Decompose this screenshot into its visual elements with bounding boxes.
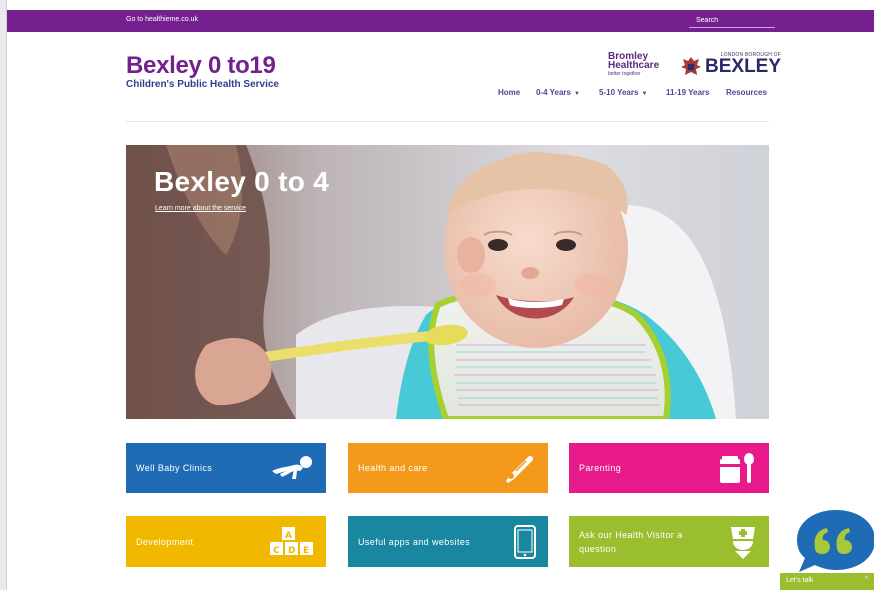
nav-item-label: 11-19 Years — [666, 88, 710, 97]
chevron-down-icon: ▼ — [574, 91, 580, 97]
baby-food-jar-icon — [720, 453, 754, 483]
learn-more-link[interactable]: Learn more about the service — [155, 205, 246, 212]
site-subtitle: Children's Public Health Service — [126, 79, 279, 90]
window-edge — [0, 0, 7, 590]
tile-label: Development — [136, 536, 194, 547]
thermometer-icon — [506, 455, 534, 483]
tile-parenting[interactable]: Parenting — [569, 443, 769, 493]
tile-well-baby-clinics[interactable]: Well Baby Clinics — [126, 443, 326, 493]
svg-text:A: A — [285, 531, 292, 541]
lets-talk-bar[interactable]: Let's talk ^ — [780, 573, 874, 590]
bromley-logo-line2: Healthcare — [608, 60, 660, 71]
tile-health-and-care[interactable]: Health and care — [348, 443, 548, 493]
site-title: Bexley 0 to19 — [126, 52, 276, 79]
hero-banner: Bexley 0 to 4 Learn more about the servi… — [126, 145, 769, 419]
tile-label: Ask our Health Visitor a question — [579, 529, 683, 554]
nav-item-resources[interactable]: Resources — [726, 88, 767, 97]
nav-item-5-10-years[interactable]: 5-10 Years ▼ — [599, 88, 647, 97]
healthieme-link[interactable]: Go to healthieme.co.uk — [126, 16, 198, 23]
bromley-healthcare-logo: Bromley Healthcare better together — [608, 52, 659, 79]
site-logo[interactable]: Bexley 0 to19 Children's Public Health S… — [126, 52, 279, 91]
nav-item-label: 0-4 Years — [536, 88, 571, 97]
chevron-up-icon: ^ — [864, 576, 868, 583]
nav-item-11-19-years[interactable]: 11-19 Years — [666, 88, 709, 97]
nav-item-0-4-years[interactable]: 0-4 Years ▼ — [536, 88, 580, 97]
tile-useful-apps-and-websites[interactable]: Useful apps and websites — [348, 516, 548, 567]
tile-label: Health and care — [358, 463, 428, 473]
lets-talk-label: Let's talk — [786, 577, 814, 584]
nav-item-label: Home — [498, 88, 521, 97]
bexley-council-logo: LONDON BOROUGH OF BEXLEY — [680, 52, 781, 76]
mobile-phone-icon — [514, 524, 536, 559]
tile-label: Well Baby Clinics — [136, 463, 213, 473]
nav-item-label: 5-10 Years — [599, 88, 639, 97]
hero-headline: Bexley 0 to 4 — [154, 166, 330, 197]
quote-bubble-icon[interactable] — [793, 508, 874, 572]
tile-development[interactable]: Development A C D E — [126, 516, 326, 567]
svg-text:E: E — [303, 546, 310, 556]
svg-text:C: C — [273, 546, 280, 556]
crest-icon — [681, 57, 701, 75]
tile-label: Useful apps and websites — [358, 536, 471, 547]
header-divider — [126, 121, 769, 122]
search-input[interactable] — [689, 13, 775, 28]
crawling-baby-icon — [272, 456, 312, 479]
bexley-logo-text: BEXLEY — [705, 56, 782, 77]
nav-item-label: Resources — [726, 88, 767, 97]
tile-label: Parenting — [579, 463, 622, 473]
bromley-logo-tagline: better together — [608, 71, 641, 77]
svg-text:D: D — [288, 546, 296, 556]
chevron-down-icon: ▼ — [641, 91, 648, 97]
building-blocks-icon: A C D E — [270, 526, 313, 556]
nav-item-home[interactable]: Home — [498, 88, 520, 97]
top-bar: Go to healthieme.co.uk — [7, 10, 874, 32]
tile-ask-health-visitor[interactable]: Ask our Health Visitor a question — [569, 516, 769, 567]
nurse-icon — [731, 526, 755, 559]
